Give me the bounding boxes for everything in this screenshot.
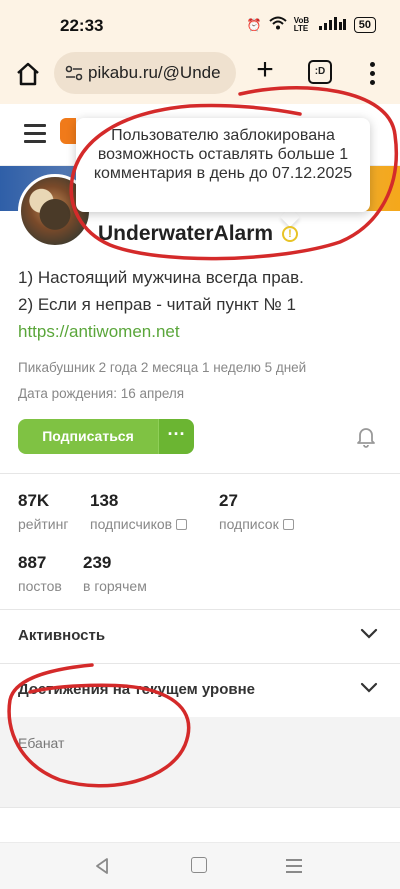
achievements-panel: Ебанат [0, 717, 400, 807]
new-tab-button[interactable]: + [250, 55, 280, 86]
profile-birthday: Дата рождения: 16 апреля [18, 386, 185, 401]
chevron-down-icon [360, 682, 378, 693]
address-bar[interactable]: pikabu.ru/@Unde [54, 52, 236, 94]
following-label[interactable]: подписок [219, 516, 279, 532]
home-icon [17, 62, 39, 86]
profile-username: UnderwaterAlarm [98, 222, 274, 245]
hamburger-menu-icon[interactable] [24, 124, 46, 144]
profile-tenure: Пикабушник 2 года 2 месяца 1 неделю 5 дн… [18, 360, 307, 375]
wifi-icon [269, 16, 287, 33]
bio-line: 2) Если я неправ - читай пункт № 1 [18, 295, 296, 314]
followers-value[interactable]: 138 [90, 491, 118, 511]
posts-value: 887 [18, 553, 47, 572]
achievements-section[interactable]: Достижения на текущем уровне [0, 664, 400, 718]
bio-link[interactable]: https://antiwomen.net [18, 322, 180, 341]
rating-label: рейтинг [18, 516, 69, 532]
chevron-down-icon [360, 628, 378, 639]
signal-icon [318, 16, 347, 33]
hot-label: в горячем [83, 578, 147, 594]
bell-icon[interactable] [356, 426, 376, 448]
more-options-button[interactable]: ··· [158, 419, 194, 454]
subscribe-button[interactable]: Подписаться [18, 419, 158, 454]
warning-icon[interactable]: ! [282, 226, 298, 242]
external-link-icon [176, 519, 188, 530]
back-icon[interactable] [93, 857, 111, 875]
followers-label[interactable]: подписчиков [90, 516, 172, 532]
achievement-text: Ебанат [18, 735, 65, 751]
achievements-title[interactable]: Достижения на текущем уровне [18, 681, 255, 698]
subscribe-group: Подписаться ··· [18, 419, 194, 454]
followers-link[interactable]: подписчиков [90, 516, 188, 532]
network-label: VoB LTE [293, 15, 310, 33]
rating-value: 87K [18, 491, 50, 510]
site-logo[interactable] [60, 118, 76, 144]
external-link-icon [282, 519, 294, 530]
activity-title[interactable]: Активность [18, 627, 105, 644]
divider [0, 473, 400, 474]
ban-tooltip: Пользователю заблокирована возможность о… [76, 118, 370, 212]
home-nav-icon[interactable] [191, 857, 207, 873]
divider [0, 807, 400, 808]
posts-label: постов [18, 578, 62, 594]
following-link[interactable]: подписок [219, 516, 294, 532]
alarm-icon: ⏰ [246, 17, 262, 32]
url-text[interactable]: pikabu.ru/@Unde [88, 63, 221, 83]
status-time: 22:33 [60, 16, 104, 35]
activity-section[interactable]: Активность [0, 610, 400, 664]
tab-switcher-button[interactable]: :D [308, 60, 332, 84]
browser-menu-button[interactable] [364, 60, 380, 86]
bio-line: 1) Настоящий мужчина всегда прав. [18, 268, 304, 287]
status-icons: ⏰ VoB LTE 50 [247, 16, 376, 33]
hot-value: 239 [83, 553, 112, 572]
following-value[interactable]: 27 [219, 491, 238, 511]
recents-icon[interactable] [286, 859, 302, 873]
system-nav-bar [0, 842, 400, 889]
home-button[interactable] [14, 60, 42, 88]
site-settings-icon[interactable] [64, 63, 84, 83]
battery-icon: 50 [353, 16, 376, 33]
profile-bio: 1) Настоящий мужчина всегда прав. 2) Есл… [18, 264, 304, 345]
status-bar: 22:33 ⏰ VoB LTE 50 [0, 0, 400, 52]
browser-toolbar: pikabu.ru/@Unde + :D [0, 52, 400, 104]
